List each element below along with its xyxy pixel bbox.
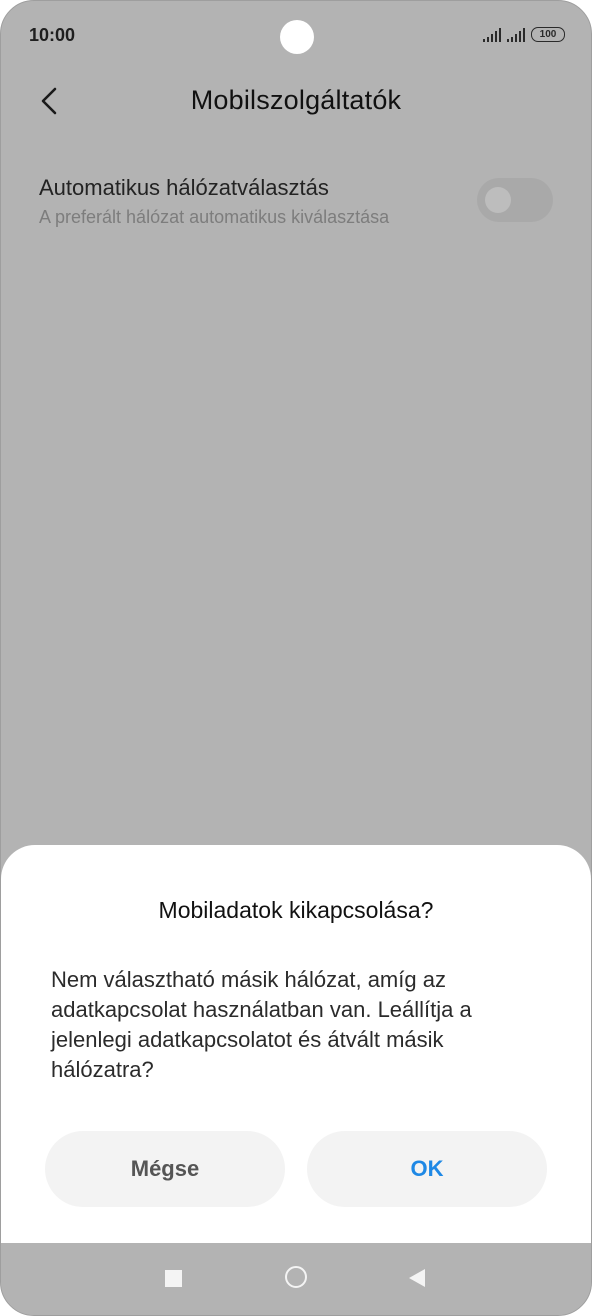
dialog-buttons: Mégse OK (45, 1131, 547, 1207)
signal-icon (483, 27, 501, 42)
back-triangle-icon[interactable] (409, 1269, 425, 1287)
signal-icon (507, 27, 525, 42)
recents-square-icon[interactable] (165, 1270, 182, 1287)
toggle-knob (485, 187, 511, 213)
confirm-dialog: Mobiladatok kikapcsolása? Nem választhat… (1, 845, 591, 1245)
cancel-button[interactable]: Mégse (45, 1131, 285, 1207)
ok-button[interactable]: OK (307, 1131, 547, 1207)
status-icons: 100 (483, 27, 565, 42)
dialog-title: Mobiladatok kikapcsolása? (158, 897, 434, 923)
home-circle-icon[interactable] (285, 1266, 307, 1288)
setting-subtitle: A preferált hálózat automatikus kiválasz… (39, 207, 390, 227)
battery-level: 100 (539, 29, 557, 40)
navigation-bar (1, 1243, 591, 1315)
phone-screen: 10:00 100 Mobilszolgáltatók Automatikus … (0, 0, 592, 1316)
camera-cutout (280, 20, 314, 54)
setting-title: Automatikus hálózatválasztás (39, 175, 329, 200)
app-header: Mobilszolgáltatók (1, 79, 591, 123)
setting-row-auto-network[interactable]: Automatikus hálózatválasztás A preferált… (39, 169, 553, 233)
auto-network-toggle[interactable] (477, 178, 553, 222)
battery-icon: 100 (531, 27, 565, 42)
page-title: Mobilszolgáltatók (190, 85, 402, 115)
status-bar: 10:00 100 (1, 1, 591, 71)
status-time: 10:00 (29, 25, 76, 45)
dialog-message: Nem választható másik hálózat, amíg az a… (51, 967, 472, 1082)
